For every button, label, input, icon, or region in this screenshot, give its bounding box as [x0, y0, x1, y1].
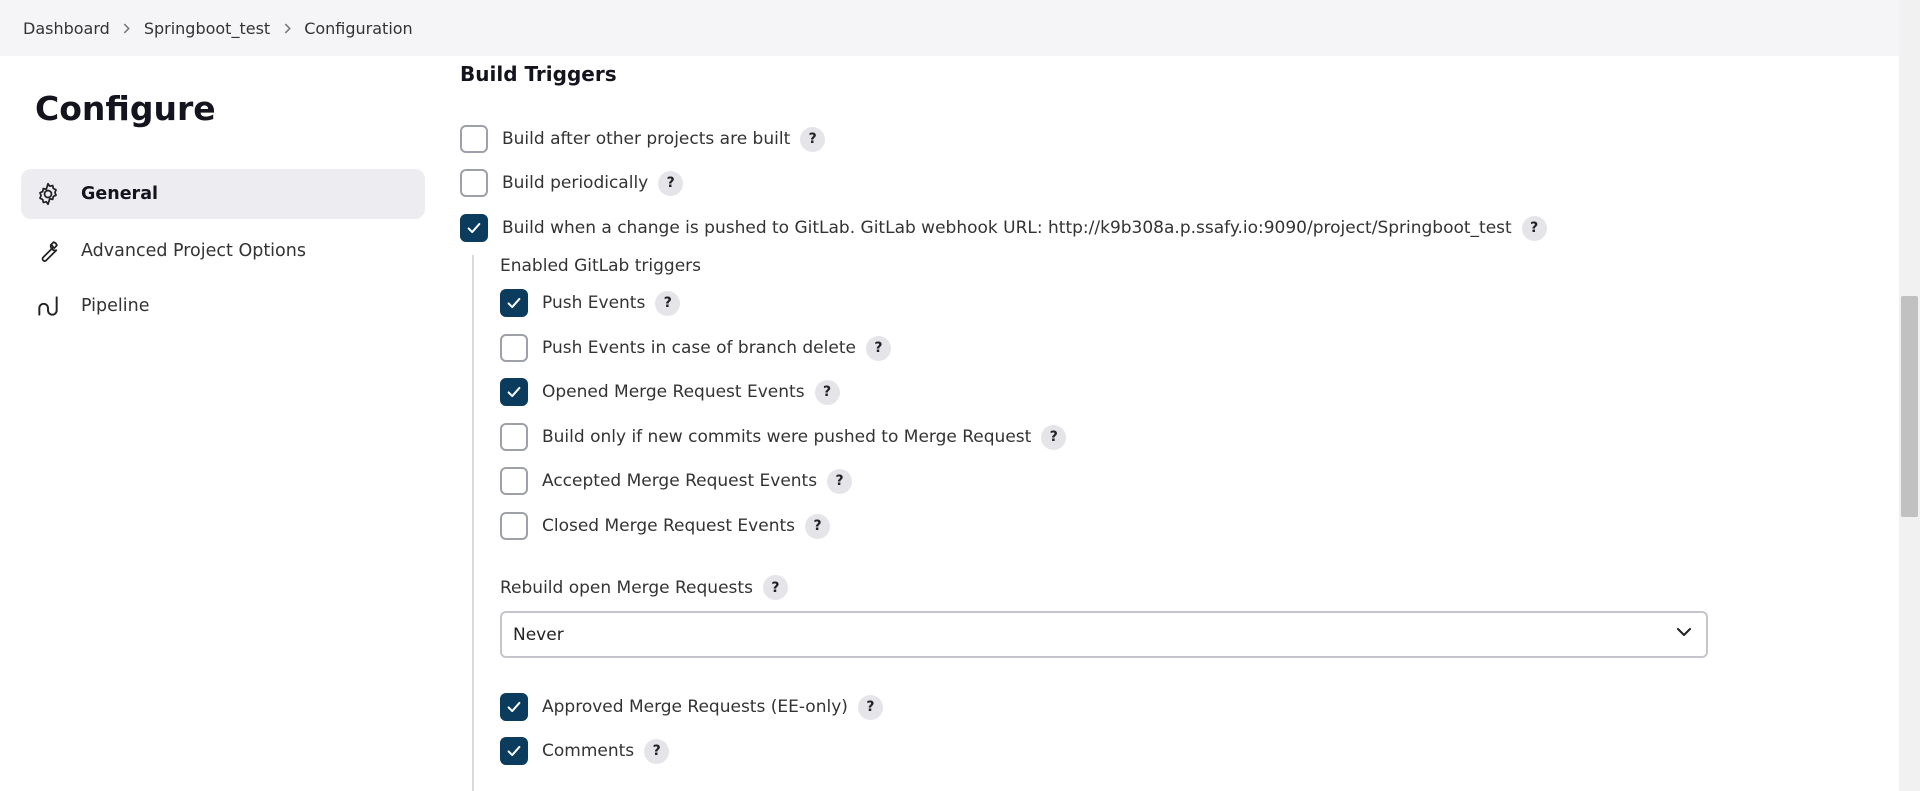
sidebar-item-pipeline[interactable]: Pipeline [21, 281, 425, 331]
checkbox[interactable] [500, 512, 528, 540]
checkbox-label[interactable]: Build only if new commits were pushed to… [542, 427, 1031, 447]
gitlab-triggers-subtitle: Enabled GitLab triggers [500, 256, 702, 276]
select-value: Never [513, 624, 564, 645]
gitlab-trigger-new-commits-mr: Build only if new commits were pushed to… [500, 423, 1067, 451]
sidebar-item-general[interactable]: General [21, 169, 425, 219]
help-icon[interactable]: ? [800, 126, 826, 152]
checkbox-checked[interactable] [500, 289, 528, 317]
trigger-build-after-other-projects: Build after other projects are built ? [460, 125, 826, 153]
chevron-right-icon [110, 23, 144, 34]
help-icon[interactable]: ? [1041, 424, 1067, 450]
check-icon [507, 701, 521, 713]
gitlab-trigger-opened-mr: Opened Merge Request Events ? [500, 378, 840, 406]
checkbox-label[interactable]: Build after other projects are built [502, 129, 790, 149]
rebuild-open-mr-label: Rebuild open Merge Requests [500, 577, 753, 598]
breadcrumb-configuration[interactable]: Configuration [304, 19, 413, 38]
checkbox-checked[interactable] [460, 214, 488, 242]
wrench-icon [35, 238, 61, 264]
help-icon[interactable]: ? [762, 575, 788, 600]
help-icon[interactable]: ? [644, 738, 670, 764]
check-icon [467, 222, 481, 234]
checkbox-checked[interactable] [500, 693, 528, 721]
checkbox-label[interactable]: Approved Merge Requests (EE-only) [542, 697, 848, 717]
sidebar-item-label: Pipeline [81, 296, 150, 316]
help-icon[interactable]: ? [655, 290, 681, 316]
gitlab-trigger-push-branch-delete: Push Events in case of branch delete ? [500, 334, 891, 362]
checkbox-checked[interactable] [500, 737, 528, 765]
help-icon[interactable]: ? [805, 513, 830, 539]
checkbox-label[interactable]: Push Events in case of branch delete [542, 338, 856, 358]
sidebar-item-advanced-project-options[interactable]: Advanced Project Options [21, 226, 425, 276]
help-icon[interactable]: ? [1521, 215, 1547, 241]
sidebar-item-label: General [81, 184, 158, 204]
checkbox-label[interactable]: Push Events [542, 293, 645, 313]
checkbox[interactable] [460, 169, 488, 197]
check-icon [507, 386, 521, 398]
help-icon[interactable]: ? [865, 335, 891, 361]
help-icon[interactable]: ? [814, 379, 840, 405]
checkbox-label[interactable]: Accepted Merge Request Events [542, 471, 817, 491]
chevron-down-icon [1674, 622, 1694, 647]
checkbox[interactable] [460, 125, 488, 153]
checkbox-checked[interactable] [500, 378, 528, 406]
section-title-build-triggers: Build Triggers [460, 62, 617, 86]
check-icon [507, 297, 521, 309]
rebuild-open-mr-label-row: Rebuild open Merge Requests ? [500, 575, 788, 600]
checkbox[interactable] [500, 423, 528, 451]
gitlab-trigger-comments: Comments ? [500, 737, 670, 765]
checkbox-label[interactable]: Build periodically [502, 173, 648, 193]
gitlab-trigger-closed-mr: Closed Merge Request Events ? [500, 512, 830, 540]
page-title: Configure [35, 89, 216, 128]
checkbox-label[interactable]: Build when a change is pushed to GitLab.… [502, 218, 1512, 238]
scrollbar-thumb[interactable] [1901, 296, 1918, 517]
help-icon[interactable]: ? [857, 694, 883, 720]
checkbox[interactable] [500, 467, 528, 495]
breadcrumb-project[interactable]: Springboot_test [144, 19, 270, 38]
sidebar-item-label: Advanced Project Options [81, 241, 306, 261]
rebuild-open-mr-select[interactable]: Never [500, 611, 1708, 658]
checkbox-label[interactable]: Comments [542, 741, 634, 761]
checkbox-label[interactable]: Closed Merge Request Events [542, 516, 795, 536]
checkbox-label[interactable]: Opened Merge Request Events [542, 382, 805, 402]
check-icon [507, 745, 521, 757]
gitlab-trigger-push-events: Push Events ? [500, 289, 681, 317]
trigger-gitlab-push: Build when a change is pushed to GitLab.… [460, 214, 1547, 242]
checkbox[interactable] [500, 334, 528, 362]
help-icon[interactable]: ? [658, 170, 684, 196]
gear-icon [35, 181, 61, 207]
help-icon[interactable]: ? [827, 468, 853, 494]
nested-section-divider [472, 255, 474, 791]
breadcrumb: Dashboard Springboot_test Configuration [0, 0, 1899, 56]
chevron-right-icon [270, 23, 304, 34]
gitlab-trigger-approved-mr: Approved Merge Requests (EE-only) ? [500, 693, 883, 721]
gitlab-trigger-accepted-mr: Accepted Merge Request Events ? [500, 467, 853, 495]
breadcrumb-dashboard[interactable]: Dashboard [23, 19, 110, 38]
trigger-build-periodically: Build periodically ? [460, 169, 684, 197]
pipeline-icon [35, 293, 61, 319]
